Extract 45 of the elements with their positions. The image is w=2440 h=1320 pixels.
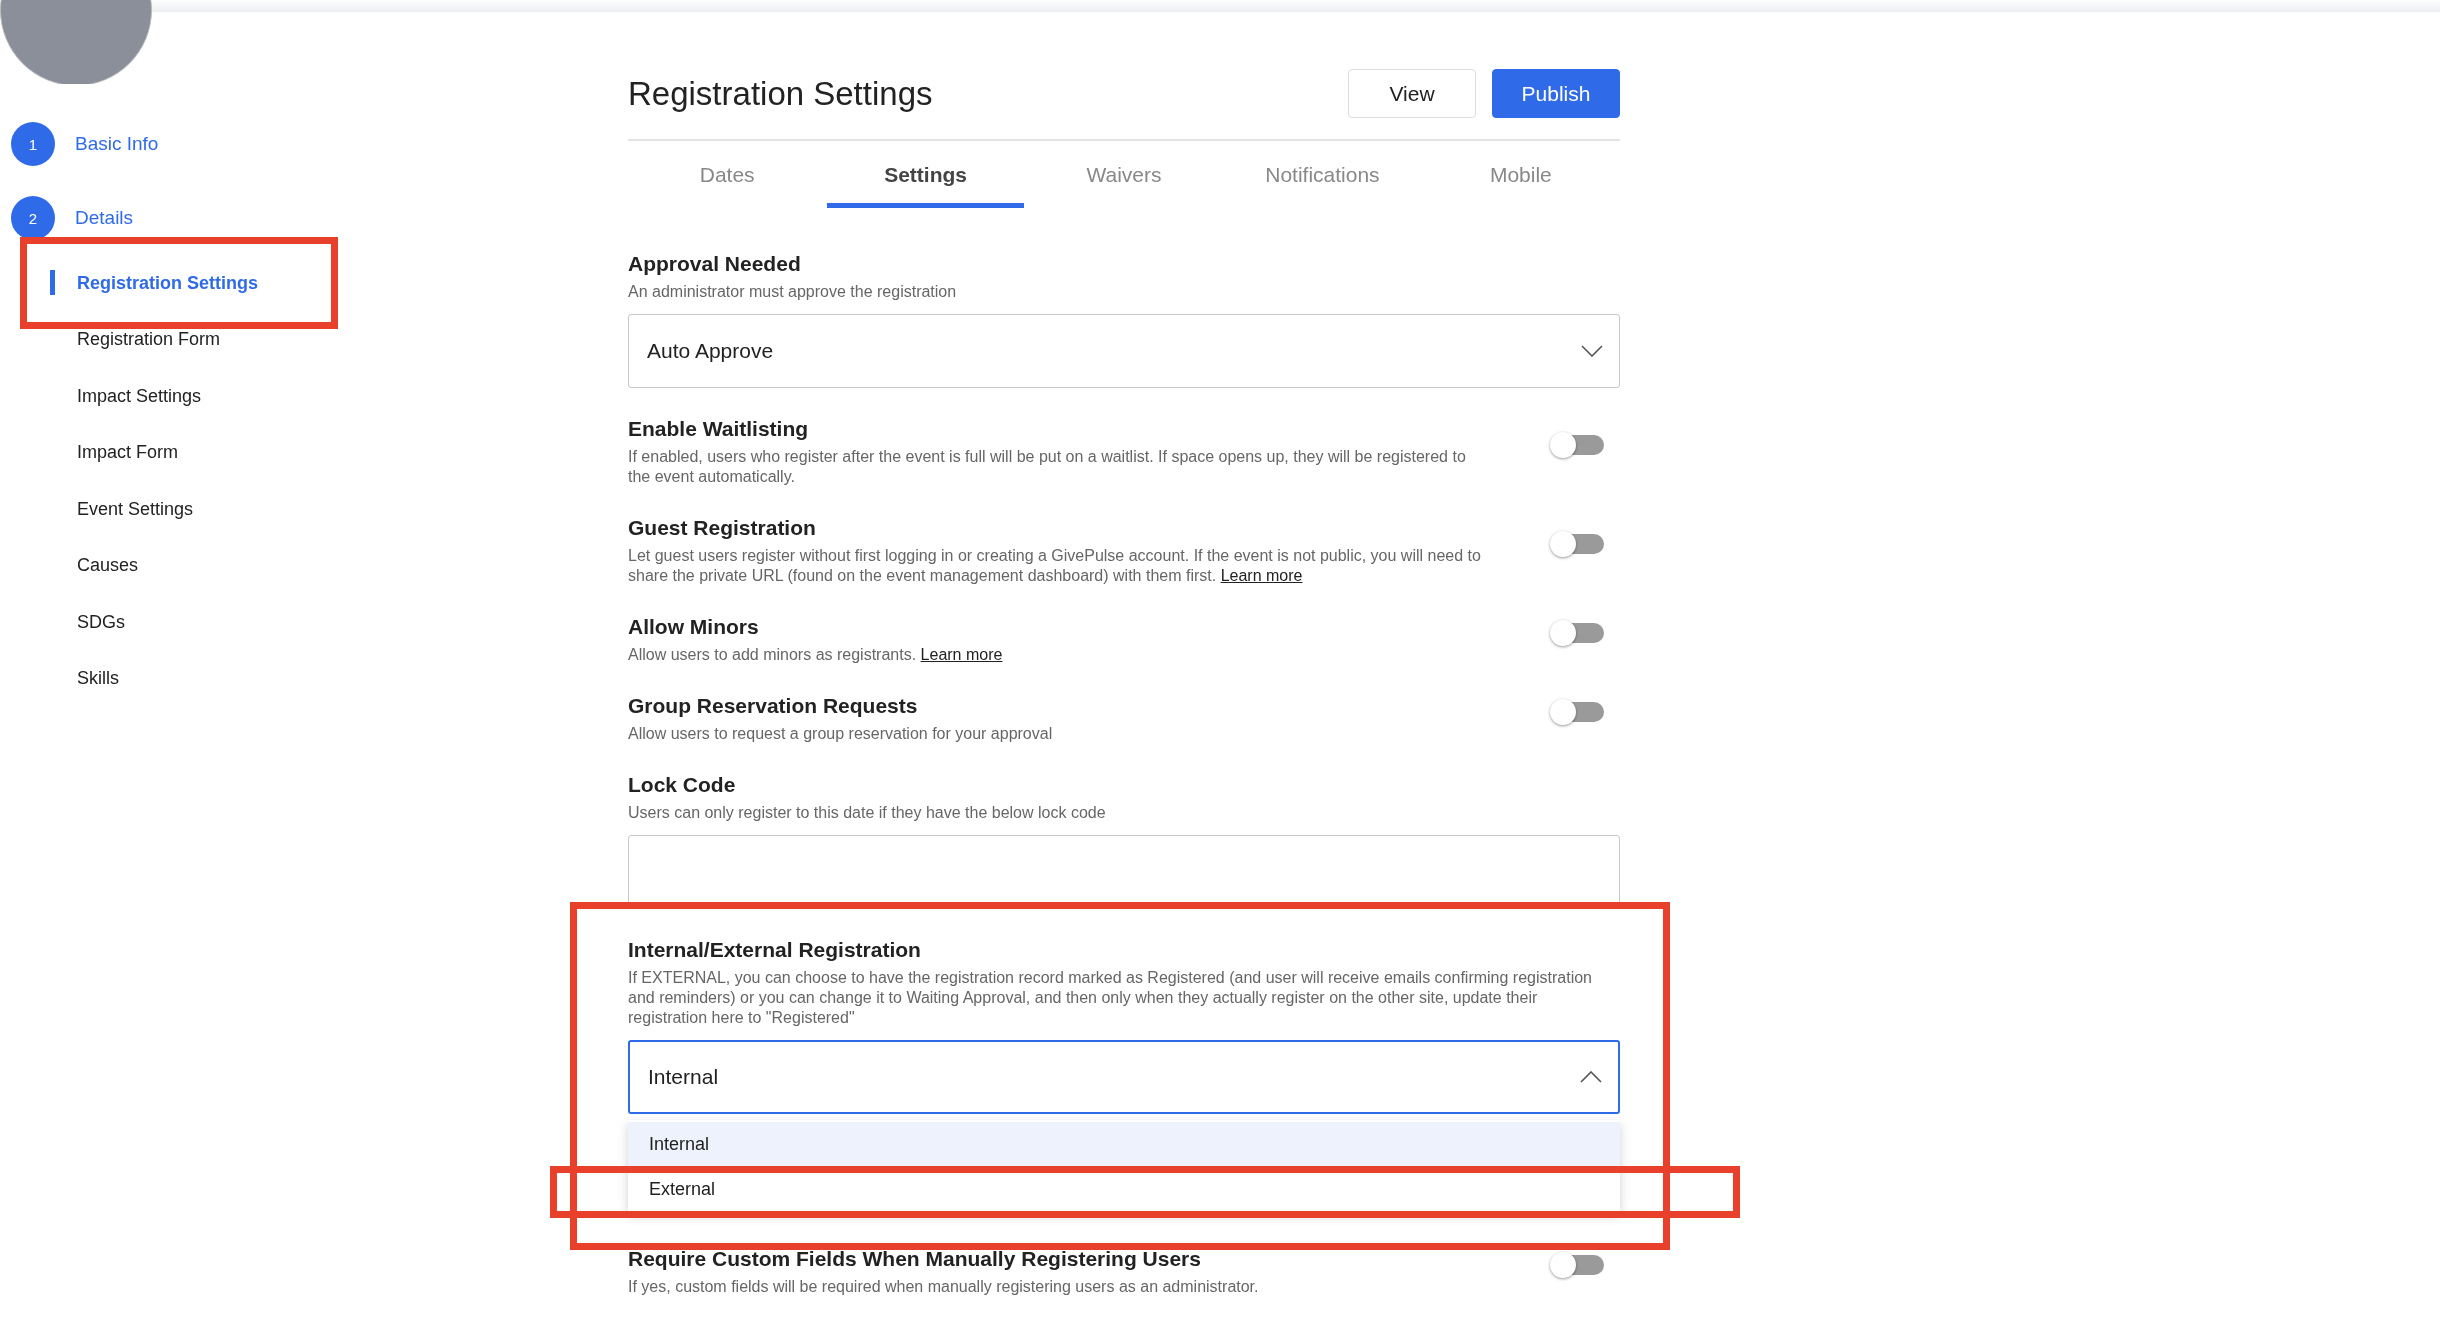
dropdown-field[interactable]: Internal	[628, 1040, 1620, 1114]
setting-label: Guest Registration	[628, 516, 817, 540]
setting-label: Lock Code	[628, 773, 737, 797]
setting-description: If enabled, users who register after the event is full will be put on a waitlist. If space opens up, they will be registered to the event automatically.	[628, 447, 1467, 487]
active-indicator	[50, 269, 55, 295]
setting-description: Allow users to add minors as registrants. Learn more	[628, 645, 1004, 665]
sidebar-item[interactable]: Causes	[77, 555, 139, 577]
setting-label: Internal/External Registration	[628, 938, 922, 962]
dropdown-option[interactable]: External	[628, 1167, 1620, 1212]
tab[interactable]: Waivers	[1025, 141, 1223, 208]
setting-label: Require Custom Fields When Manually Registering Users	[628, 1247, 1202, 1271]
step-number: 1	[11, 122, 55, 166]
setting-label: Group Reservation Requests	[628, 694, 919, 718]
tab[interactable]: Dates	[629, 141, 826, 208]
dropdown-field[interactable]: Auto Approve	[628, 314, 1620, 388]
setting-description: An administrator must approve the registration	[628, 282, 958, 302]
step-number: 2	[11, 196, 55, 240]
step-link[interactable]: Basic Info	[75, 133, 159, 155]
chevron-icon	[1581, 345, 1603, 357]
sidebar-item[interactable]: Registration Form	[77, 329, 221, 351]
sidebar-item[interactable]: Registration Settings	[77, 272, 259, 294]
view-button[interactable]: View	[1348, 69, 1476, 118]
sidebar-item[interactable]: Impact Settings	[77, 385, 202, 407]
learn-more-link[interactable]: Learn more	[1220, 567, 1303, 584]
setting-description: If yes, custom fields will be required when manually registering users as an administrator.	[628, 1277, 1260, 1297]
tab[interactable]: Mobile	[1422, 141, 1620, 208]
tab[interactable]: Settings	[827, 141, 1024, 208]
setting-description: Allow users to request a group reservation for your approval	[628, 724, 1054, 744]
page-title: Registration Settings	[628, 74, 933, 113]
tab[interactable]: Notifications	[1224, 141, 1421, 208]
setting-label: Allow Minors	[628, 615, 760, 639]
step-link[interactable]: Details	[75, 207, 134, 229]
learn-more-link[interactable]: Learn more	[920, 646, 1003, 663]
setting-label: Approval Needed	[628, 252, 802, 276]
setting-description: If EXTERNAL, you can choose to have the registration record marked as Registered (and user will receive emails confirming registration and reminders) or you can change it to Waiting Approval, and then only when they actually register on the other site, update their registration here to "Registered"	[628, 968, 1593, 1028]
sidebar-item[interactable]: SDGs	[77, 611, 125, 633]
setting-label: Enable Waitlisting	[628, 417, 810, 441]
sidebar-item[interactable]: Skills	[77, 668, 119, 690]
publish-button[interactable]: Publish	[1492, 69, 1620, 118]
setting-description: Users can only register to this date if they have the below lock code	[628, 803, 1107, 823]
setting-description: Let guest users register without first logging in or creating a GivePulse account. If the event is not public, you will need to share the private URL (found on the event management dashboard) with them first. Learn more	[628, 546, 1482, 586]
dropdown-option[interactable]: Internal	[628, 1122, 1620, 1167]
sidebar-item[interactable]: Event Settings	[77, 498, 194, 520]
chevron-icon	[1580, 1071, 1602, 1083]
sidebar-item[interactable]: Impact Form	[77, 442, 178, 464]
